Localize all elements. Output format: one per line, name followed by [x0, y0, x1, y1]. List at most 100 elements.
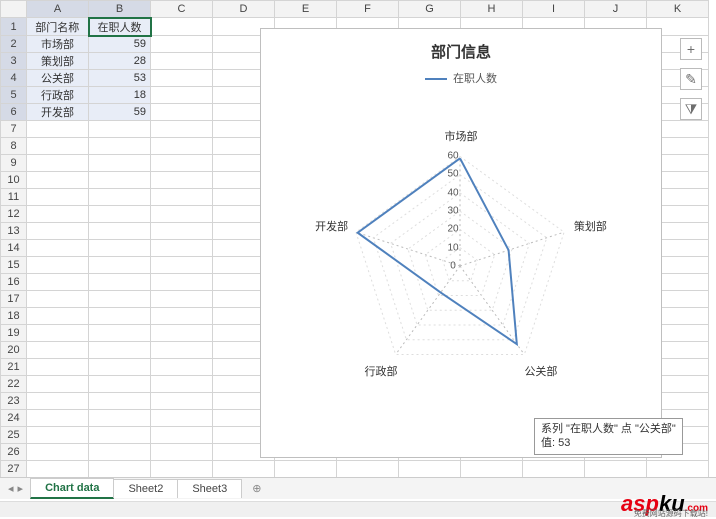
row-header-13[interactable]: 13 — [1, 223, 27, 240]
cell-C10[interactable] — [151, 172, 213, 189]
col-header-E[interactable]: E — [275, 1, 337, 18]
cell-B9[interactable] — [89, 155, 151, 172]
cell-F27[interactable] — [337, 461, 399, 478]
cell-B18[interactable] — [89, 308, 151, 325]
cell-C27[interactable] — [151, 461, 213, 478]
cell-C17[interactable] — [151, 291, 213, 308]
row-header-14[interactable]: 14 — [1, 240, 27, 257]
cell-A15[interactable] — [27, 257, 89, 274]
cell-B23[interactable] — [89, 393, 151, 410]
cell-B16[interactable] — [89, 274, 151, 291]
cell-A16[interactable] — [27, 274, 89, 291]
cell-B7[interactable] — [89, 121, 151, 138]
cell-A23[interactable] — [27, 393, 89, 410]
row-header-12[interactable]: 12 — [1, 206, 27, 223]
col-header-B[interactable]: B — [89, 1, 151, 18]
cell-B19[interactable] — [89, 325, 151, 342]
cell-B25[interactable] — [89, 427, 151, 444]
cell-C25[interactable] — [151, 427, 213, 444]
cell-B12[interactable] — [89, 206, 151, 223]
row-header-18[interactable]: 18 — [1, 308, 27, 325]
cell-A12[interactable] — [27, 206, 89, 223]
col-header-C[interactable]: C — [151, 1, 213, 18]
cell-B26[interactable] — [89, 444, 151, 461]
cell-A20[interactable] — [27, 342, 89, 359]
col-header-A[interactable]: A — [27, 1, 89, 18]
add-element-button[interactable]: + — [680, 38, 702, 60]
cell-A9[interactable] — [27, 155, 89, 172]
row-header-26[interactable]: 26 — [1, 444, 27, 461]
row-header-15[interactable]: 15 — [1, 257, 27, 274]
row-header-21[interactable]: 21 — [1, 359, 27, 376]
cell-B22[interactable] — [89, 376, 151, 393]
row-header-6[interactable]: 6 — [1, 104, 27, 121]
tab-chart-data[interactable]: Chart data — [30, 478, 114, 499]
cell-A22[interactable] — [27, 376, 89, 393]
cell-C21[interactable] — [151, 359, 213, 376]
cell-G27[interactable] — [399, 461, 461, 478]
cell-A3[interactable]: 策划部 — [27, 53, 89, 70]
tab-prev[interactable]: ◂ — [8, 482, 14, 495]
cell-A7[interactable] — [27, 121, 89, 138]
radar-plot[interactable]: 市场部策划部公关部行政部开发部0102030405060 — [261, 86, 661, 426]
cell-C22[interactable] — [151, 376, 213, 393]
cell-B24[interactable] — [89, 410, 151, 427]
cell-H27[interactable] — [461, 461, 523, 478]
cell-C14[interactable] — [151, 240, 213, 257]
row-header-4[interactable]: 4 — [1, 70, 27, 87]
filter-button[interactable]: ⧩ — [680, 98, 702, 120]
cell-E27[interactable] — [275, 461, 337, 478]
row-header-2[interactable]: 2 — [1, 36, 27, 53]
cell-B11[interactable] — [89, 189, 151, 206]
row-header-17[interactable]: 17 — [1, 291, 27, 308]
tab-next[interactable]: ▸ — [18, 482, 24, 495]
cell-B21[interactable] — [89, 359, 151, 376]
cell-K27[interactable] — [647, 461, 709, 478]
cell-A2[interactable]: 市场部 — [27, 36, 89, 53]
cell-C11[interactable] — [151, 189, 213, 206]
cell-B1[interactable]: 在职人数 — [89, 18, 151, 36]
row-header-7[interactable]: 7 — [1, 121, 27, 138]
row-header-19[interactable]: 19 — [1, 325, 27, 342]
cell-C4[interactable] — [151, 70, 213, 87]
cell-C18[interactable] — [151, 308, 213, 325]
cell-A6[interactable]: 开发部 — [27, 104, 89, 121]
cell-B6[interactable]: 59 — [89, 104, 151, 121]
row-header-20[interactable]: 20 — [1, 342, 27, 359]
tab-sheet3[interactable]: Sheet3 — [177, 479, 242, 498]
cell-A17[interactable] — [27, 291, 89, 308]
row-header-5[interactable]: 5 — [1, 87, 27, 104]
col-header-K[interactable]: K — [647, 1, 709, 18]
cell-C26[interactable] — [151, 444, 213, 461]
cell-C5[interactable] — [151, 87, 213, 104]
cell-C20[interactable] — [151, 342, 213, 359]
cell-C1[interactable] — [151, 18, 213, 36]
cell-A14[interactable] — [27, 240, 89, 257]
cell-B14[interactable] — [89, 240, 151, 257]
cell-C13[interactable] — [151, 223, 213, 240]
cell-A8[interactable] — [27, 138, 89, 155]
cell-A11[interactable] — [27, 189, 89, 206]
cell-B8[interactable] — [89, 138, 151, 155]
tab-sheet2[interactable]: Sheet2 — [113, 479, 178, 498]
cell-A4[interactable]: 公关部 — [27, 70, 89, 87]
cell-B20[interactable] — [89, 342, 151, 359]
cell-B2[interactable]: 59 — [89, 36, 151, 53]
cell-C3[interactable] — [151, 53, 213, 70]
horizontal-scrollbar[interactable] — [0, 501, 716, 517]
cell-C12[interactable] — [151, 206, 213, 223]
col-header-H[interactable]: H — [461, 1, 523, 18]
row-header-1[interactable]: 1 — [1, 18, 27, 36]
cell-A21[interactable] — [27, 359, 89, 376]
style-button[interactable]: ✎ — [680, 68, 702, 90]
cell-I27[interactable] — [523, 461, 585, 478]
cell-A1[interactable]: 部门名称 — [27, 18, 89, 36]
cell-C7[interactable] — [151, 121, 213, 138]
cell-A24[interactable] — [27, 410, 89, 427]
cell-A18[interactable] — [27, 308, 89, 325]
row-header-3[interactable]: 3 — [1, 53, 27, 70]
row-header-16[interactable]: 16 — [1, 274, 27, 291]
cell-C15[interactable] — [151, 257, 213, 274]
cell-B17[interactable] — [89, 291, 151, 308]
row-header-27[interactable]: 27 — [1, 461, 27, 478]
